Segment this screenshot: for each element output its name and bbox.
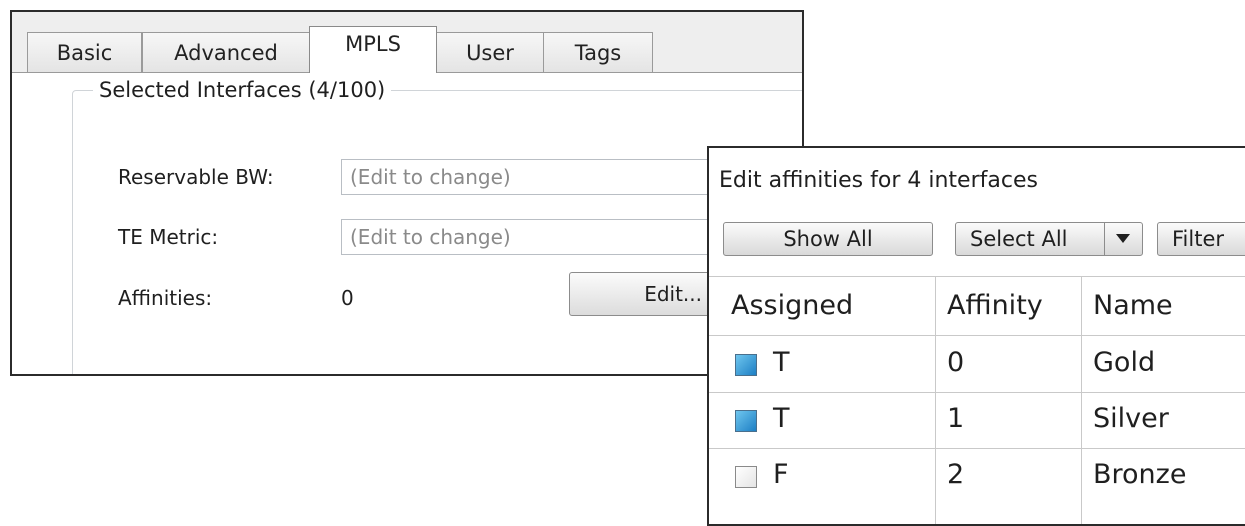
assigned-checkbox[interactable] bbox=[735, 354, 757, 376]
filter-button[interactable]: Filter bbox=[1157, 222, 1245, 256]
affinities-label: Affinities: bbox=[118, 286, 213, 310]
row-divider bbox=[709, 448, 1245, 449]
select-all-dropdown[interactable]: Select All bbox=[955, 222, 1143, 256]
affinity-value: 2 bbox=[947, 459, 965, 490]
assigned-value: T bbox=[773, 403, 790, 434]
tab-advanced[interactable]: Advanced bbox=[142, 32, 310, 72]
te-metric-label: TE Metric: bbox=[118, 225, 219, 249]
row-divider bbox=[709, 392, 1245, 393]
tab-basic[interactable]: Basic bbox=[27, 32, 142, 72]
assigned-checkbox[interactable] bbox=[735, 410, 757, 432]
affinity-name: Gold bbox=[1093, 347, 1156, 378]
affinity-value: 1 bbox=[947, 403, 965, 434]
column-divider bbox=[1081, 276, 1082, 524]
edit-affinities-dialog: Edit affinities for 4 interfaces Show Al… bbox=[707, 146, 1245, 526]
tab-tags[interactable]: Tags bbox=[543, 32, 653, 72]
edit-affinities-button[interactable]: Edit... bbox=[569, 272, 719, 316]
group-title: Selected Interfaces (4/100) bbox=[93, 76, 392, 104]
reservable-bw-label: Reservable BW: bbox=[118, 165, 274, 189]
assigned-checkbox[interactable] bbox=[735, 466, 757, 488]
row-divider bbox=[709, 335, 1245, 336]
affinity-value: 0 bbox=[947, 347, 965, 378]
table-top-border bbox=[709, 276, 1245, 277]
affinity-name: Silver bbox=[1093, 403, 1169, 434]
column-divider bbox=[935, 276, 936, 524]
dialog-title: Edit affinities for 4 interfaces bbox=[719, 168, 1038, 193]
selected-interfaces-group: Selected Interfaces (4/100) Reservable B… bbox=[72, 76, 802, 374]
affinity-name: Bronze bbox=[1093, 459, 1187, 490]
show-all-button[interactable]: Show All bbox=[723, 222, 933, 256]
column-header-affinity[interactable]: Affinity bbox=[947, 286, 1043, 326]
tab-mpls[interactable]: MPLS bbox=[309, 26, 437, 73]
assigned-value: F bbox=[773, 459, 789, 490]
dropdown-divider bbox=[1104, 223, 1105, 255]
affinities-value: 0 bbox=[341, 286, 354, 310]
column-header-assigned[interactable]: Assigned bbox=[731, 286, 853, 326]
assigned-value: T bbox=[773, 347, 790, 378]
tab-user[interactable]: User bbox=[436, 32, 544, 72]
select-all-label: Select All bbox=[970, 227, 1068, 251]
interface-properties-window: Basic Advanced MPLS User Tags Selected I… bbox=[10, 10, 804, 376]
tab-strip: Basic Advanced MPLS User Tags bbox=[12, 12, 802, 73]
column-header-name[interactable]: Name bbox=[1093, 286, 1173, 326]
chevron-down-icon[interactable] bbox=[1116, 234, 1130, 243]
